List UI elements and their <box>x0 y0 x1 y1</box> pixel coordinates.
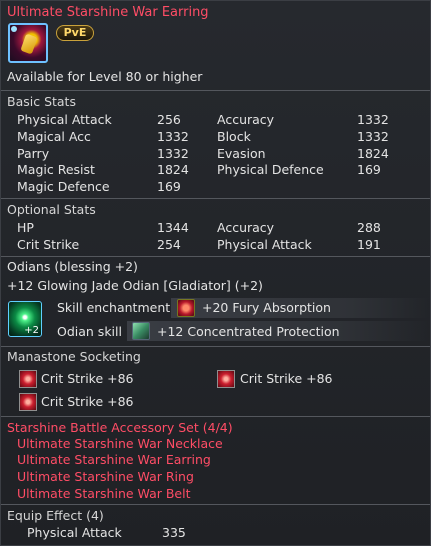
manastone-stat: Crit Strike +86 <box>41 371 134 386</box>
odian-skill-value: +12 Concentrated Protection <box>157 324 340 339</box>
odian-skill-label: Odian skill <box>57 324 122 339</box>
stat-value: 256 <box>157 112 181 127</box>
set-piece: Ultimate Starshine War Belt <box>17 486 191 501</box>
set-piece: Ultimate Starshine War Earring <box>17 452 211 467</box>
stat-label: Magical Acc <box>17 129 91 144</box>
pve-badge: PvE <box>56 25 94 41</box>
level-requirement: Available for Level 80 or higher <box>7 69 203 84</box>
stat-label: Accuracy <box>217 220 275 235</box>
stat-value: 254 <box>157 237 181 252</box>
basic-stats-title: Basic Stats <box>7 94 76 109</box>
stat-value: 1824 <box>357 146 389 161</box>
odian-icon: +2 <box>8 301 42 337</box>
manastone-icon <box>19 370 37 388</box>
stat-label: Evasion <box>217 146 266 161</box>
stat-value: 169 <box>157 179 181 194</box>
concentrated-protection-icon <box>132 322 150 340</box>
stat-label: Magic Resist <box>17 162 95 177</box>
stat-label: Parry <box>17 146 50 161</box>
stat-value: 1332 <box>357 129 389 144</box>
set-title: Starshine Battle Accessory Set (4/4) <box>7 420 233 435</box>
stat-label: Crit Strike <box>17 237 80 252</box>
stat-label: Physical Attack <box>217 237 312 252</box>
item-name: Ultimate Starshine War Earring <box>7 5 209 20</box>
manastone-stat: Crit Strike +86 <box>240 371 333 386</box>
set-piece: Ultimate Starshine War Ring <box>17 469 194 484</box>
stat-value: 1344 <box>157 220 189 235</box>
stat-value: 191 <box>357 237 381 252</box>
stat-value: 1332 <box>157 129 189 144</box>
item-tooltip: Ultimate Starshine War Earring PvE Avail… <box>0 0 431 546</box>
manastone-icon <box>217 370 235 388</box>
stat-value: 288 <box>357 220 381 235</box>
divider <box>1 504 430 505</box>
stat-value: 1332 <box>357 112 389 127</box>
stat-label: HP <box>17 220 34 235</box>
divider <box>1 346 430 347</box>
set-piece: Ultimate Starshine War Necklace <box>17 436 223 451</box>
divider <box>1 90 430 91</box>
rarity-corner-icon <box>11 26 17 32</box>
odians-title: Odians (blessing +2) <box>7 259 138 274</box>
earring-icon <box>8 23 48 63</box>
equip-effect-title: Equip Effect (4) <box>7 508 104 523</box>
stat-label: Magic Defence <box>17 179 110 194</box>
stat-value: 169 <box>357 162 381 177</box>
skill-enchantment-value: +20 Fury Absorption <box>202 300 331 315</box>
manastone-title: Manastone Socketing <box>7 349 141 364</box>
manastone-stat: Crit Strike +86 <box>41 394 134 409</box>
optional-stats-title: Optional Stats <box>7 202 96 217</box>
stat-value: 1824 <box>157 162 189 177</box>
stat-label: Block <box>217 129 251 144</box>
earring-gem-icon <box>20 33 38 55</box>
divider <box>1 198 430 199</box>
odian-name: +12 Glowing Jade Odian [Gladiator] (+2) <box>7 278 263 293</box>
stat-label: Physical Defence <box>217 162 324 177</box>
divider <box>1 256 430 257</box>
stat-label: Accuracy <box>217 112 275 127</box>
equip-effect-value: 335 <box>162 525 186 540</box>
fury-absorption-icon <box>177 299 195 317</box>
skill-enchantment-label: Skill enchantment <box>57 300 171 315</box>
equip-effect-label: Physical Attack <box>27 525 122 540</box>
manastone-icon <box>19 393 37 411</box>
stat-value: 1332 <box>157 146 189 161</box>
stat-label: Physical Attack <box>17 112 112 127</box>
divider <box>1 416 430 417</box>
odian-enchant-level: +2 <box>24 325 39 336</box>
